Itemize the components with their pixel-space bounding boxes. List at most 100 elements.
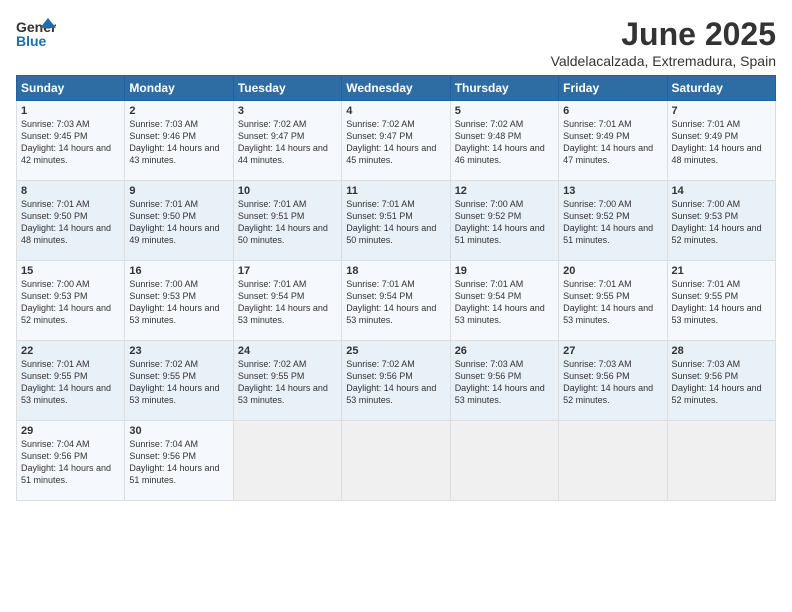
calendar-cell: 4 Sunrise: 7:02 AMSunset: 9:47 PMDayligh… [342, 101, 450, 181]
cell-info: Sunrise: 7:01 AMSunset: 9:55 PMDaylight:… [672, 279, 762, 325]
calendar-week-row: 29 Sunrise: 7:04 AMSunset: 9:56 PMDaylig… [17, 421, 776, 501]
calendar-cell: 21 Sunrise: 7:01 AMSunset: 9:55 PMDaylig… [667, 261, 775, 341]
header-thursday: Thursday [450, 76, 558, 101]
calendar-cell: 18 Sunrise: 7:01 AMSunset: 9:54 PMDaylig… [342, 261, 450, 341]
calendar-week-row: 15 Sunrise: 7:00 AMSunset: 9:53 PMDaylig… [17, 261, 776, 341]
day-number: 21 [672, 265, 771, 277]
header-monday: Monday [125, 76, 233, 101]
day-number: 28 [672, 345, 771, 357]
cell-info: Sunrise: 7:01 AMSunset: 9:51 PMDaylight:… [346, 199, 436, 245]
day-number: 9 [129, 185, 228, 197]
header-wednesday: Wednesday [342, 76, 450, 101]
weekday-header-row: Sunday Monday Tuesday Wednesday Thursday… [17, 76, 776, 101]
day-number: 5 [455, 105, 554, 117]
calendar-cell [667, 421, 775, 501]
cell-info: Sunrise: 7:02 AMSunset: 9:56 PMDaylight:… [346, 359, 436, 405]
cell-info: Sunrise: 7:02 AMSunset: 9:48 PMDaylight:… [455, 119, 545, 165]
cell-info: Sunrise: 7:01 AMSunset: 9:54 PMDaylight:… [455, 279, 545, 325]
cell-info: Sunrise: 7:03 AMSunset: 9:46 PMDaylight:… [129, 119, 219, 165]
calendar-cell: 13 Sunrise: 7:00 AMSunset: 9:52 PMDaylig… [559, 181, 667, 261]
logo: General Blue [16, 16, 56, 57]
cell-info: Sunrise: 7:02 AMSunset: 9:55 PMDaylight:… [238, 359, 328, 405]
cell-info: Sunrise: 7:04 AMSunset: 9:56 PMDaylight:… [129, 439, 219, 485]
calendar-table: Sunday Monday Tuesday Wednesday Thursday… [16, 75, 776, 501]
header-tuesday: Tuesday [233, 76, 341, 101]
calendar-cell: 3 Sunrise: 7:02 AMSunset: 9:47 PMDayligh… [233, 101, 341, 181]
day-number: 24 [238, 345, 337, 357]
calendar-cell: 16 Sunrise: 7:00 AMSunset: 9:53 PMDaylig… [125, 261, 233, 341]
cell-info: Sunrise: 7:02 AMSunset: 9:47 PMDaylight:… [346, 119, 436, 165]
day-number: 29 [21, 425, 120, 437]
day-number: 22 [21, 345, 120, 357]
calendar-cell [559, 421, 667, 501]
day-number: 25 [346, 345, 445, 357]
header: General Blue June 2025 Valdelacalzada, E… [16, 16, 776, 69]
day-number: 17 [238, 265, 337, 277]
day-number: 18 [346, 265, 445, 277]
title-area: June 2025 Valdelacalzada, Extremadura, S… [551, 16, 776, 69]
day-number: 12 [455, 185, 554, 197]
calendar-cell: 19 Sunrise: 7:01 AMSunset: 9:54 PMDaylig… [450, 261, 558, 341]
calendar-cell: 24 Sunrise: 7:02 AMSunset: 9:55 PMDaylig… [233, 341, 341, 421]
month-title: June 2025 [551, 16, 776, 53]
calendar-cell: 20 Sunrise: 7:01 AMSunset: 9:55 PMDaylig… [559, 261, 667, 341]
day-number: 2 [129, 105, 228, 117]
day-number: 26 [455, 345, 554, 357]
day-number: 11 [346, 185, 445, 197]
cell-info: Sunrise: 7:02 AMSunset: 9:55 PMDaylight:… [129, 359, 219, 405]
calendar-cell [233, 421, 341, 501]
day-number: 6 [563, 105, 662, 117]
calendar-week-row: 22 Sunrise: 7:01 AMSunset: 9:55 PMDaylig… [17, 341, 776, 421]
header-saturday: Saturday [667, 76, 775, 101]
calendar-cell: 5 Sunrise: 7:02 AMSunset: 9:48 PMDayligh… [450, 101, 558, 181]
day-number: 13 [563, 185, 662, 197]
cell-info: Sunrise: 7:00 AMSunset: 9:53 PMDaylight:… [129, 279, 219, 325]
day-number: 16 [129, 265, 228, 277]
day-number: 10 [238, 185, 337, 197]
day-number: 1 [21, 105, 120, 117]
page-container: General Blue June 2025 Valdelacalzada, E… [16, 16, 776, 501]
cell-info: Sunrise: 7:01 AMSunset: 9:50 PMDaylight:… [21, 199, 111, 245]
calendar-cell: 15 Sunrise: 7:00 AMSunset: 9:53 PMDaylig… [17, 261, 125, 341]
cell-info: Sunrise: 7:03 AMSunset: 9:56 PMDaylight:… [455, 359, 545, 405]
calendar-cell [342, 421, 450, 501]
calendar-cell: 29 Sunrise: 7:04 AMSunset: 9:56 PMDaylig… [17, 421, 125, 501]
cell-info: Sunrise: 7:00 AMSunset: 9:53 PMDaylight:… [672, 199, 762, 245]
calendar-cell: 25 Sunrise: 7:02 AMSunset: 9:56 PMDaylig… [342, 341, 450, 421]
calendar-cell: 11 Sunrise: 7:01 AMSunset: 9:51 PMDaylig… [342, 181, 450, 261]
cell-info: Sunrise: 7:01 AMSunset: 9:55 PMDaylight:… [563, 279, 653, 325]
calendar-cell: 23 Sunrise: 7:02 AMSunset: 9:55 PMDaylig… [125, 341, 233, 421]
cell-info: Sunrise: 7:04 AMSunset: 9:56 PMDaylight:… [21, 439, 111, 485]
day-number: 27 [563, 345, 662, 357]
day-number: 15 [21, 265, 120, 277]
cell-info: Sunrise: 7:00 AMSunset: 9:53 PMDaylight:… [21, 279, 111, 325]
day-number: 23 [129, 345, 228, 357]
cell-info: Sunrise: 7:01 AMSunset: 9:50 PMDaylight:… [129, 199, 219, 245]
calendar-week-row: 1 Sunrise: 7:03 AMSunset: 9:45 PMDayligh… [17, 101, 776, 181]
day-number: 7 [672, 105, 771, 117]
location-title: Valdelacalzada, Extremadura, Spain [551, 53, 776, 69]
cell-info: Sunrise: 7:01 AMSunset: 9:49 PMDaylight:… [672, 119, 762, 165]
calendar-cell: 14 Sunrise: 7:00 AMSunset: 9:53 PMDaylig… [667, 181, 775, 261]
cell-info: Sunrise: 7:03 AMSunset: 9:56 PMDaylight:… [563, 359, 653, 405]
day-number: 3 [238, 105, 337, 117]
calendar-cell: 26 Sunrise: 7:03 AMSunset: 9:56 PMDaylig… [450, 341, 558, 421]
calendar-cell [450, 421, 558, 501]
cell-info: Sunrise: 7:01 AMSunset: 9:49 PMDaylight:… [563, 119, 653, 165]
day-number: 19 [455, 265, 554, 277]
svg-text:Blue: Blue [16, 33, 47, 49]
calendar-cell: 10 Sunrise: 7:01 AMSunset: 9:51 PMDaylig… [233, 181, 341, 261]
cell-info: Sunrise: 7:01 AMSunset: 9:55 PMDaylight:… [21, 359, 111, 405]
day-number: 14 [672, 185, 771, 197]
calendar-cell: 1 Sunrise: 7:03 AMSunset: 9:45 PMDayligh… [17, 101, 125, 181]
day-number: 8 [21, 185, 120, 197]
calendar-cell: 12 Sunrise: 7:00 AMSunset: 9:52 PMDaylig… [450, 181, 558, 261]
cell-info: Sunrise: 7:01 AMSunset: 9:54 PMDaylight:… [238, 279, 328, 325]
calendar-cell: 6 Sunrise: 7:01 AMSunset: 9:49 PMDayligh… [559, 101, 667, 181]
cell-info: Sunrise: 7:01 AMSunset: 9:54 PMDaylight:… [346, 279, 436, 325]
day-number: 4 [346, 105, 445, 117]
header-friday: Friday [559, 76, 667, 101]
calendar-week-row: 8 Sunrise: 7:01 AMSunset: 9:50 PMDayligh… [17, 181, 776, 261]
cell-info: Sunrise: 7:03 AMSunset: 9:56 PMDaylight:… [672, 359, 762, 405]
calendar-cell: 2 Sunrise: 7:03 AMSunset: 9:46 PMDayligh… [125, 101, 233, 181]
